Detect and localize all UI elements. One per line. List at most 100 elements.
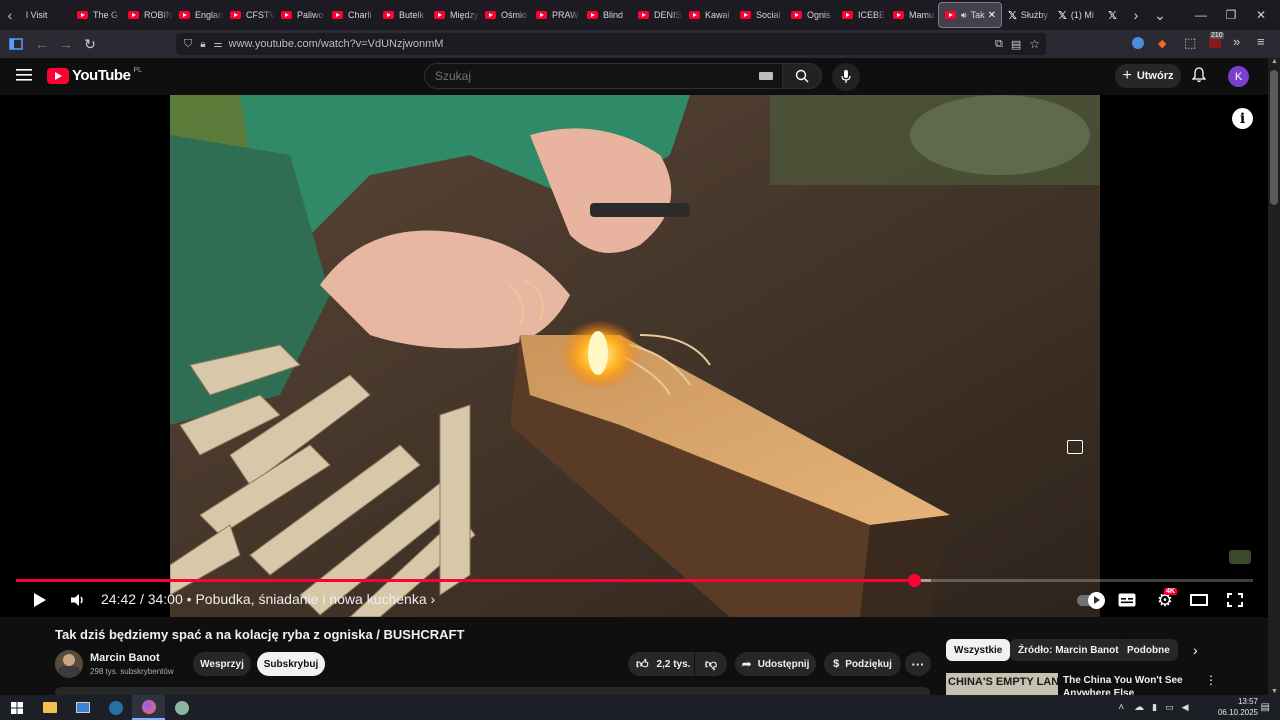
browser-tab[interactable]: Englan (173, 2, 224, 28)
fox-extension-icon[interactable]: ◆ (1158, 37, 1166, 50)
notifications-tray-icon[interactable]: ▤ (1261, 702, 1270, 713)
search-input[interactable] (435, 64, 735, 88)
browser-tab[interactable]: Między (428, 2, 479, 28)
browser-tab[interactable]: Mamu (887, 2, 938, 28)
more-tools-icon[interactable]: » (1233, 34, 1240, 49)
start-windows-icon[interactable] (0, 695, 33, 720)
support-button[interactable]: Wesprzyj (193, 652, 251, 676)
chip-all[interactable]: Wszystkie (946, 639, 1011, 661)
extensions-puzzle-icon[interactable]: ⬚ (1184, 35, 1196, 51)
app-icon[interactable] (165, 695, 198, 720)
scroll-up-arrow-icon[interactable]: ▲ (1271, 58, 1278, 65)
browser-tab[interactable]: 𝕏 Służby (1002, 2, 1052, 28)
address-bar[interactable]: ⛉ 🔒︎ ⚌ www.youtube.com/watch?v=VdUNzjwon… (176, 33, 1046, 55)
tracking-shield-icon[interactable]: ⛉ (184, 38, 192, 51)
mute-button[interactable] (68, 589, 88, 611)
subscribe-button[interactable]: Subskrybuj (257, 652, 325, 676)
tab-active[interactable]: 🔊︎ Tak ✕ (938, 2, 1002, 28)
permissions-icon[interactable]: ⚌ (214, 39, 223, 50)
scrubber-handle[interactable] (908, 574, 922, 587)
tabs-scroll-right-icon[interactable]: › (1126, 0, 1146, 30)
reader-view-icon[interactable]: ▤ (1011, 38, 1021, 51)
autoplay-toggle[interactable] (1075, 589, 1105, 611)
browser-tab[interactable]: ICEBE (836, 2, 887, 28)
card-teaser-icon[interactable] (1067, 440, 1083, 454)
browser-tab[interactable]: 𝕏 (1) Mi (1052, 2, 1102, 28)
taskbar-clock[interactable]: 13:57 06.10.2025 (1218, 696, 1258, 718)
sidebar-video-thumbnail[interactable]: CHINA'S EMPTY LANDS (946, 673, 1058, 695)
scroll-down-arrow-icon[interactable]: ▼ (1271, 688, 1278, 695)
browser-tab[interactable]: Social (734, 2, 785, 28)
browser-tab[interactable]: Charli (326, 2, 377, 28)
close-window-icon[interactable]: ✕ (1246, 0, 1276, 30)
browser-tab[interactable]: Blind (581, 2, 632, 28)
steam-icon[interactable] (99, 695, 132, 720)
more-actions-button[interactable]: ··· (905, 652, 931, 676)
browser-tab[interactable]: DENIS (632, 2, 683, 28)
picture-in-picture-icon[interactable]: ⧉ (995, 38, 1003, 51)
share-button[interactable]: ➦ Udostępnij (735, 652, 816, 676)
page-scrollbar[interactable]: ▲ ▼ (1268, 58, 1280, 695)
tray-chevron-icon[interactable]: ˄ (1118, 702, 1124, 713)
chips-next-icon[interactable]: › (1193, 642, 1198, 658)
onedrive-icon[interactable]: ☁ (1134, 702, 1144, 713)
browser-tab[interactable]: Kawał (683, 2, 734, 28)
minimize-window-icon[interactable]: — (1186, 0, 1216, 30)
progress-bar[interactable] (16, 574, 1253, 587)
browser-tab[interactable]: l Visit (20, 2, 71, 28)
notifications-bell-icon[interactable] (1191, 67, 1207, 88)
description-box[interactable] (55, 687, 930, 695)
tab-list-dropdown-icon[interactable]: ⌄ (1150, 0, 1170, 30)
browser-tab[interactable]: The G (71, 2, 122, 28)
browser-tab[interactable]: Paliwo (275, 2, 326, 28)
browser-tab[interactable]: Ognis (785, 2, 836, 28)
browser-tab[interactable]: ROBIN (122, 2, 173, 28)
sidebar-video-menu-icon[interactable]: ⋮ (1205, 673, 1217, 687)
browser-tab[interactable]: 𝕏 (1102, 2, 1124, 28)
channel-watermark-icon[interactable] (1229, 550, 1251, 564)
fullscreen-button[interactable] (1225, 589, 1245, 611)
chip-from-channel[interactable]: Źródło: Marcin Banot (1010, 639, 1127, 661)
channel-name[interactable]: Marcin Banot (90, 652, 160, 664)
lock-icon[interactable]: 🔒︎ (200, 39, 205, 50)
app-menu-icon[interactable]: ≡ (1257, 34, 1265, 49)
subtitles-button[interactable] (1117, 589, 1137, 611)
vpn-extension-icon[interactable] (1132, 37, 1144, 49)
volume-tray-icon[interactable]: ◀︎ (1182, 702, 1189, 713)
scrollbar-thumb[interactable] (1270, 70, 1278, 205)
browser-tab[interactable]: Butelk (377, 2, 428, 28)
file-explorer-icon[interactable] (33, 695, 66, 720)
play-button[interactable] (30, 589, 50, 611)
dislike-button[interactable]: 👎︎ (695, 652, 727, 676)
firefox-icon[interactable] (132, 695, 165, 720)
sidebar-video-title[interactable]: The China You Won't See Anywhere Else (1063, 674, 1203, 695)
remote-desktop-icon[interactable] (66, 695, 99, 720)
chapter-title[interactable]: Pobudka, śniadanie i nowa kuchenka (195, 591, 426, 607)
info-icon[interactable]: i (1232, 108, 1253, 129)
theater-mode-button[interactable] (1189, 589, 1209, 611)
channel-avatar[interactable] (55, 650, 83, 678)
network-icon[interactable]: ▭ (1165, 702, 1174, 713)
restore-window-icon[interactable]: ❐ (1216, 0, 1246, 30)
forward-icon[interactable]: → (54, 32, 78, 56)
keyboard-icon[interactable] (759, 72, 773, 80)
sidebar-toggle-icon[interactable] (4, 32, 28, 56)
reload-icon[interactable]: ↻ (78, 32, 102, 56)
tab-close-icon[interactable]: ✕ (988, 10, 996, 21)
settings-button[interactable]: ⚙ 4K (1153, 588, 1177, 611)
tray-mic-icon[interactable]: ▮ (1152, 702, 1157, 713)
guide-menu-icon[interactable] (16, 68, 32, 87)
browser-tab[interactable]: PRAW (530, 2, 581, 28)
browser-tab[interactable]: Ośmio (479, 2, 530, 28)
account-avatar[interactable]: K (1228, 66, 1249, 87)
bookmark-star-icon[interactable]: ☆ (1029, 37, 1040, 51)
video-frame[interactable] (170, 95, 1100, 617)
tab-audio-icon[interactable]: 🔊︎ (961, 10, 967, 21)
search-button[interactable] (782, 63, 822, 89)
create-button[interactable]: + Utwórz (1115, 64, 1181, 88)
youtube-logo[interactable]: YouTube PL (47, 67, 142, 84)
like-button[interactable]: 👍︎ 2,2 tys. (628, 652, 694, 676)
chapter-chevron-icon[interactable]: › (431, 591, 436, 607)
browser-tab[interactable]: CFSTV (224, 2, 275, 28)
thanks-button[interactable]: $ Podziękuj (824, 652, 901, 676)
